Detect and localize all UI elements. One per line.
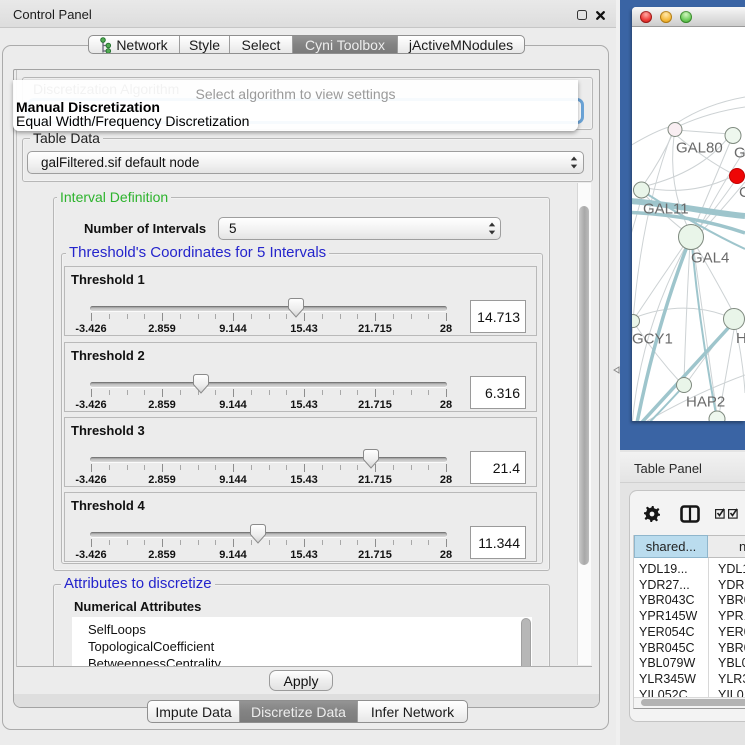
svg-text:GAL80: GAL80 bbox=[676, 140, 723, 157]
svg-text:GCY1: GCY1 bbox=[632, 331, 673, 348]
svg-text:C: C bbox=[739, 184, 745, 201]
svg-text:H: H bbox=[736, 330, 745, 347]
svg-text:GAL4: GAL4 bbox=[691, 250, 729, 267]
svg-text:HAP2: HAP2 bbox=[686, 394, 725, 411]
svg-text:GAL11: GAL11 bbox=[643, 201, 689, 218]
svg-text:GA: GA bbox=[734, 145, 745, 162]
